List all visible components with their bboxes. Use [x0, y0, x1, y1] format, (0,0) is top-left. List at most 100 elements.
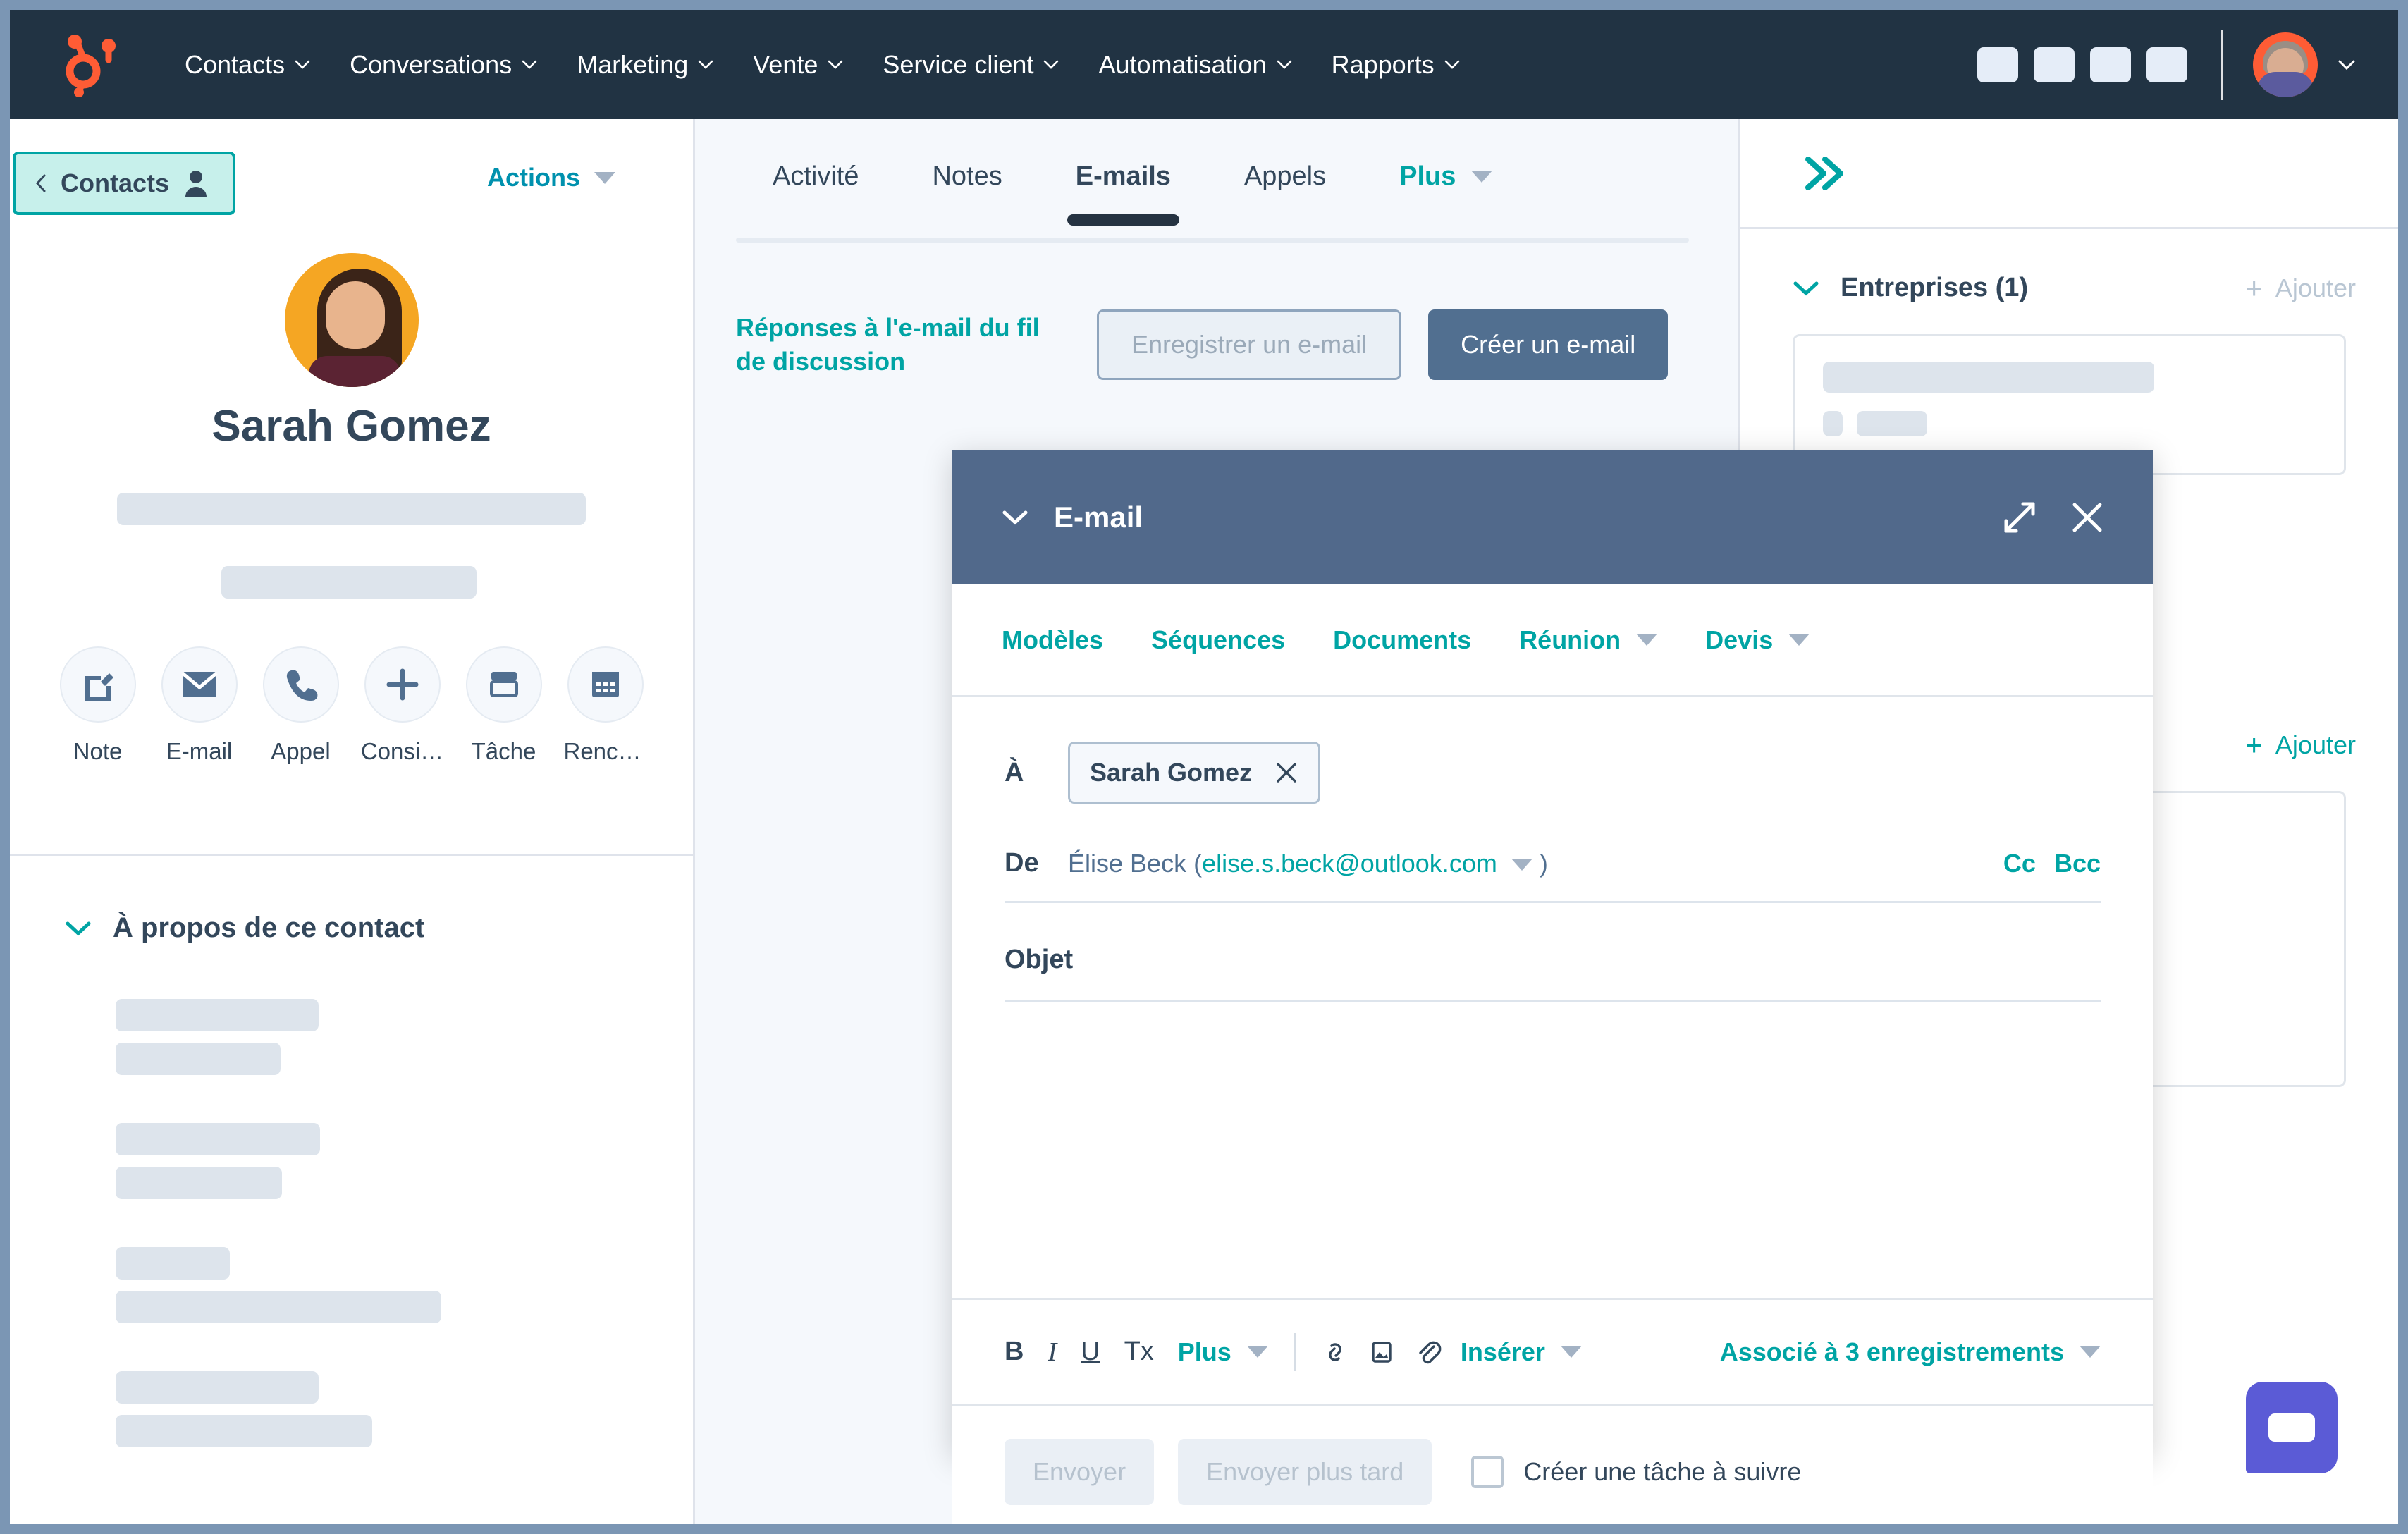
nav-divider: [2221, 29, 2223, 100]
chevron-down-icon[interactable]: [1793, 280, 1819, 297]
about-placeholder: [116, 1123, 320, 1155]
chat-bubble-icon[interactable]: [2246, 1382, 2338, 1473]
field-from: De Élise Beck (elise.s.beck@outlook.com …: [1005, 826, 2101, 903]
back-to-contacts-button[interactable]: Contacts: [13, 152, 236, 215]
nav-utility-button-2[interactable]: [2034, 47, 2075, 82]
composer-tool-modeles[interactable]: Modèles: [1002, 625, 1103, 655]
tab-notes[interactable]: Notes: [895, 161, 1038, 220]
about-contact-section: À propos de ce contact: [10, 856, 693, 1447]
actions-dropdown-button[interactable]: Actions: [487, 163, 615, 192]
quick-action-note[interactable]: Note: [59, 646, 137, 765]
chevron-down-icon[interactable]: [2338, 59, 2356, 70]
composer-tool-reunion[interactable]: Réunion: [1519, 625, 1658, 655]
nav-item-contacts[interactable]: Contacts: [165, 50, 330, 80]
image-icon[interactable]: [1368, 1337, 1396, 1368]
email-body-editor[interactable]: [1005, 1002, 2101, 1298]
quick-action-label: Appel: [271, 738, 331, 764]
recipient-chip[interactable]: Sarah Gomez: [1068, 742, 1321, 804]
insert-button[interactable]: Insérer: [1461, 1337, 1582, 1367]
hubspot-logo-icon[interactable]: [65, 33, 123, 97]
nav-utility-button-3[interactable]: [2090, 47, 2131, 82]
quick-action-call[interactable]: Appel: [262, 646, 340, 765]
send-later-button[interactable]: Envoyer plus tard: [1178, 1438, 1432, 1505]
nav-item-label: Rapports: [1331, 49, 1435, 79]
nav-item-automatisation[interactable]: Automatisation: [1079, 50, 1311, 80]
tab-label: Notes: [932, 161, 1002, 191]
triangle-down-icon[interactable]: [1511, 859, 1532, 871]
tabs-underline: [736, 238, 1689, 243]
phone-icon: [262, 646, 339, 723]
chevron-down-icon[interactable]: [1002, 509, 1028, 526]
from-email: elise.s.beck@outlook.com: [1202, 848, 1497, 878]
tab-label: E-mails: [1075, 161, 1171, 191]
nav-item-label: Marketing: [577, 49, 689, 79]
top-navigation-bar: Contacts Conversations Marketing Vente S…: [10, 10, 2398, 119]
collapse-panel-row: [1740, 119, 2398, 229]
quick-action-meeting[interactable]: Renco…: [564, 646, 647, 765]
from-value[interactable]: Élise Beck (elise.s.beck@outlook.com ): [1068, 849, 1548, 878]
companies-section-title: Entreprises (1): [1841, 273, 2029, 302]
log-email-button[interactable]: Enregistrer un e-mail: [1097, 309, 1402, 380]
underline-button[interactable]: U: [1081, 1337, 1100, 1367]
add-company-button[interactable]: + Ajouter: [2245, 271, 2356, 305]
associations-button[interactable]: Associé à 3 enregistrements: [1720, 1337, 2101, 1367]
bold-button[interactable]: B: [1005, 1337, 1024, 1367]
app-window: Contacts Conversations Marketing Vente S…: [10, 10, 2398, 1524]
send-button[interactable]: Envoyer: [1005, 1438, 1155, 1505]
account-avatar[interactable]: [2253, 32, 2318, 97]
link-icon[interactable]: [1321, 1337, 1349, 1368]
about-section-header[interactable]: À propos de ce contact: [65, 912, 693, 944]
triangle-down-icon: [1246, 1346, 1268, 1358]
company-placeholder: [1823, 362, 2154, 393]
composer-tool-documents[interactable]: Documents: [1333, 625, 1471, 655]
nav-item-conversations[interactable]: Conversations: [330, 50, 557, 80]
subject-label: Objet: [1005, 945, 1074, 974]
cc-button[interactable]: Cc: [2003, 849, 2036, 878]
field-subject[interactable]: Objet: [1005, 920, 2101, 1002]
recipient-name: Sarah Gomez: [1090, 758, 1253, 787]
tool-label: Réunion: [1519, 625, 1621, 654]
nav-utility-button-4[interactable]: [2146, 47, 2187, 82]
close-x-icon[interactable]: [2068, 498, 2106, 536]
follow-up-task-checkbox[interactable]: [1471, 1455, 1504, 1488]
tab-activite[interactable]: Activité: [736, 161, 895, 220]
close-x-icon[interactable]: [1274, 761, 1298, 785]
tab-emails[interactable]: E-mails: [1039, 161, 1208, 226]
composer-tool-devis[interactable]: Devis: [1705, 625, 1810, 655]
tool-label: Modèles: [1002, 625, 1104, 654]
associations-label: Associé à 3 enregistrements: [1719, 1337, 2064, 1366]
back-button-label: Contacts: [61, 168, 170, 197]
tab-appels[interactable]: Appels: [1208, 161, 1363, 220]
nav-item-label: Service client: [883, 49, 1034, 79]
double-chevron-right-icon[interactable]: [1801, 154, 1852, 193]
italic-button[interactable]: I: [1048, 1337, 1057, 1368]
quick-action-consign[interactable]: Consi…: [361, 646, 443, 765]
quick-action-task[interactable]: Tâche: [465, 646, 543, 765]
nav-item-service-client[interactable]: Service client: [863, 50, 1079, 80]
composer-format-bar: B I U Tx Plus Insérer Associé à 3 enregi…: [952, 1298, 2153, 1404]
tab-label: Appels: [1243, 161, 1327, 191]
expand-arrows-icon[interactable]: [2001, 498, 2039, 536]
plus-icon: +: [2245, 271, 2263, 305]
nav-item-rapports[interactable]: Rapports: [1312, 50, 1480, 80]
format-more-button[interactable]: Plus: [1178, 1337, 1268, 1367]
add-association-button[interactable]: + Ajouter: [2245, 730, 2356, 760]
nav-utility-group: [1962, 29, 2356, 100]
contact-header-card: Contacts Actions Sarah Gomez Note E-mail…: [10, 119, 693, 856]
triangle-down-icon: [594, 171, 615, 184]
quick-action-email[interactable]: E-mail: [160, 646, 239, 765]
bcc-button[interactable]: Bcc: [2054, 849, 2101, 878]
composer-tool-sequences[interactable]: Séquences: [1151, 625, 1285, 655]
nav-item-marketing[interactable]: Marketing: [557, 50, 733, 80]
nav-utility-button-1[interactable]: [1977, 47, 2018, 82]
quick-action-label: Note: [73, 738, 123, 764]
about-placeholder: [116, 1291, 441, 1323]
plus-icon: +: [2245, 728, 2263, 762]
paperclip-icon[interactable]: [1414, 1337, 1442, 1368]
note-edit-icon: [59, 646, 136, 723]
close-paren: ): [1539, 848, 1548, 878]
nav-item-vente[interactable]: Vente: [733, 50, 863, 80]
tab-plus[interactable]: Plus: [1363, 161, 1529, 220]
create-email-button[interactable]: Créer un e-mail: [1428, 309, 1669, 380]
clear-format-button[interactable]: Tx: [1124, 1337, 1154, 1367]
